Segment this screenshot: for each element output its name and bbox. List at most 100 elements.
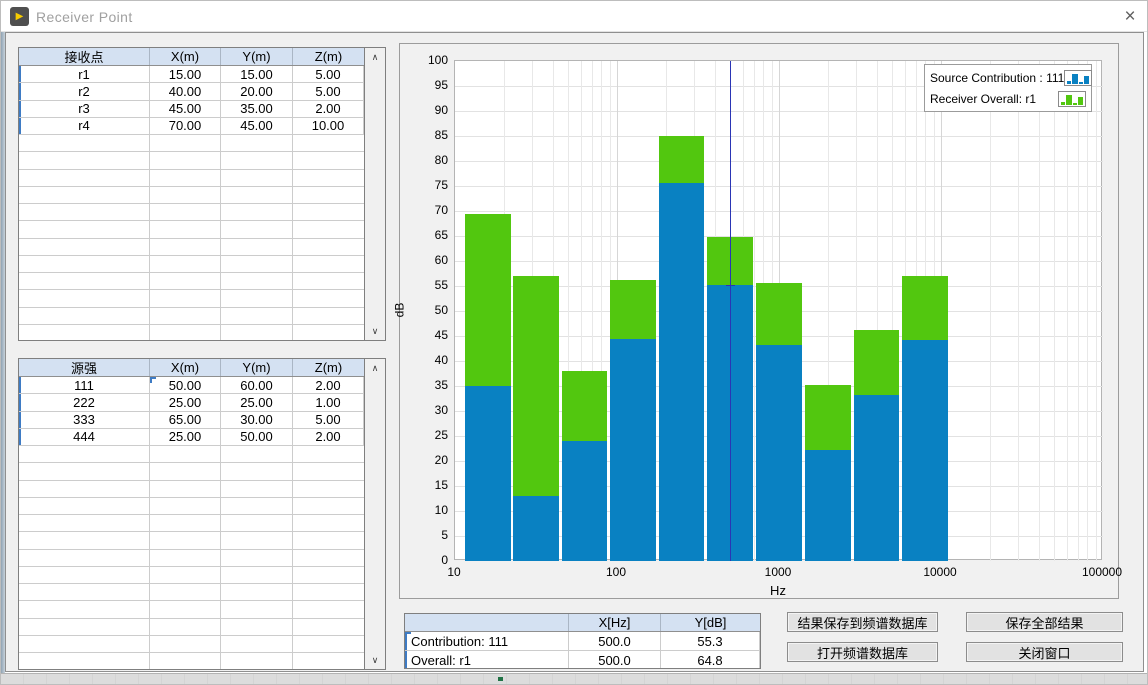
- table-cell[interactable]: [150, 187, 221, 203]
- table-cell[interactable]: [221, 290, 293, 306]
- spectrum-chart[interactable]: 0510152025303540455055606570758085909510…: [399, 43, 1119, 599]
- column-header[interactable]: X[Hz]: [569, 614, 661, 631]
- scroll-up-icon[interactable]: ∧: [365, 49, 385, 65]
- table-cell[interactable]: [19, 619, 150, 635]
- column-header[interactable]: 源强: [19, 359, 150, 376]
- table-row[interactable]: [19, 498, 364, 515]
- table-row[interactable]: [19, 204, 364, 221]
- table-cell[interactable]: [19, 532, 150, 548]
- table-row[interactable]: [19, 325, 364, 340]
- table-cell[interactable]: 55.3: [661, 632, 760, 650]
- table-row[interactable]: 11150.0060.002.00: [19, 377, 364, 394]
- table-cell[interactable]: [293, 256, 364, 272]
- open-spectrum-db-button[interactable]: 打开频谱数据库: [787, 642, 938, 662]
- table-cell[interactable]: 50.00: [221, 429, 293, 445]
- chart-cursor-marker[interactable]: [726, 285, 735, 286]
- table-cell[interactable]: [150, 619, 221, 635]
- table-cell[interactable]: [19, 463, 150, 479]
- table-cell[interactable]: [19, 204, 150, 220]
- table-cell[interactable]: 444: [19, 429, 150, 445]
- table-row[interactable]: [19, 170, 364, 187]
- table-cell[interactable]: [150, 481, 221, 497]
- table-cell[interactable]: [19, 239, 150, 255]
- table-cell[interactable]: [293, 498, 364, 514]
- table-cell[interactable]: 40.00: [150, 83, 221, 99]
- table-row[interactable]: Contribution: 111500.055.3: [405, 632, 760, 651]
- table-cell[interactable]: [221, 187, 293, 203]
- table-cell[interactable]: [19, 498, 150, 514]
- column-header[interactable]: Y[dB]: [661, 614, 760, 631]
- table-cell[interactable]: 111: [19, 377, 150, 393]
- table-cell[interactable]: [150, 636, 221, 652]
- table-cell[interactable]: [293, 152, 364, 168]
- column-header[interactable]: X(m): [150, 359, 221, 376]
- table-cell[interactable]: [150, 550, 221, 566]
- table-cell[interactable]: [293, 636, 364, 652]
- table-cell[interactable]: [293, 584, 364, 600]
- table-cell[interactable]: 25.00: [150, 394, 221, 410]
- table-cell[interactable]: r1: [19, 66, 150, 82]
- scroll-up-icon[interactable]: ∧: [365, 360, 385, 376]
- table-row[interactable]: [19, 221, 364, 238]
- table-cell[interactable]: 500.0: [569, 651, 661, 668]
- table-cell[interactable]: [150, 308, 221, 324]
- table-row[interactable]: [19, 135, 364, 152]
- table-cell[interactable]: 30.00: [221, 412, 293, 428]
- table-cell[interactable]: [19, 446, 150, 462]
- table-row[interactable]: [19, 187, 364, 204]
- table-cell[interactable]: [221, 325, 293, 340]
- table-row[interactable]: [19, 601, 364, 618]
- table-cell[interactable]: [19, 325, 150, 340]
- table-cell[interactable]: [293, 601, 364, 617]
- table-cell[interactable]: [150, 532, 221, 548]
- chart-legend[interactable]: Source Contribution : 111 Receiver Overa…: [924, 64, 1092, 112]
- table-cell[interactable]: r2: [19, 83, 150, 99]
- table-cell[interactable]: 500.0: [569, 632, 661, 650]
- table-cell[interactable]: 35.00: [221, 101, 293, 117]
- vertical-scrollbar[interactable]: ∧∨: [364, 359, 385, 669]
- table-cell[interactable]: [19, 135, 150, 151]
- table-row[interactable]: 44425.0050.002.00: [19, 429, 364, 446]
- table-cell[interactable]: 15.00: [150, 66, 221, 82]
- table-cell[interactable]: [150, 498, 221, 514]
- table-cell[interactable]: [19, 601, 150, 617]
- table-row[interactable]: [19, 256, 364, 273]
- table-cell[interactable]: [150, 239, 221, 255]
- table-row[interactable]: r470.0045.0010.00: [19, 118, 364, 135]
- table-cell[interactable]: r3: [19, 101, 150, 117]
- table-cell[interactable]: [150, 204, 221, 220]
- table-cell[interactable]: 2.00: [293, 101, 364, 117]
- table-cell[interactable]: [19, 636, 150, 652]
- column-header[interactable]: Z(m): [293, 359, 364, 376]
- table-row[interactable]: 22225.0025.001.00: [19, 394, 364, 411]
- table-cell[interactable]: 20.00: [221, 83, 293, 99]
- table-cell[interactable]: [293, 532, 364, 548]
- table-cell[interactable]: [150, 273, 221, 289]
- table-cell[interactable]: [19, 653, 150, 669]
- close-icon[interactable]: ×: [1117, 4, 1143, 30]
- table-row[interactable]: [19, 515, 364, 532]
- table-cell[interactable]: [150, 515, 221, 531]
- table-cell[interactable]: [150, 152, 221, 168]
- table-cell[interactable]: [221, 584, 293, 600]
- table-cell[interactable]: 15.00: [221, 66, 293, 82]
- table-cell[interactable]: [150, 446, 221, 462]
- table-cell[interactable]: [221, 550, 293, 566]
- legend-item-overall[interactable]: Receiver Overall: r1: [930, 88, 1086, 109]
- table-row[interactable]: Overall: r1500.064.8: [405, 651, 760, 668]
- legend-item-contribution[interactable]: Source Contribution : 111: [930, 67, 1086, 88]
- table-cell[interactable]: [293, 550, 364, 566]
- table-row[interactable]: r240.0020.005.00: [19, 83, 364, 100]
- table-cell[interactable]: 333: [19, 412, 150, 428]
- table-cell[interactable]: [221, 446, 293, 462]
- table-row[interactable]: r345.0035.002.00: [19, 101, 364, 118]
- scroll-down-icon[interactable]: ∨: [365, 323, 385, 339]
- chart-plot-area[interactable]: [454, 60, 1102, 560]
- table-cell[interactable]: Overall: r1: [405, 651, 569, 668]
- table-cell[interactable]: 45.00: [221, 118, 293, 134]
- close-window-button[interactable]: 关闭窗口: [966, 642, 1123, 662]
- table-row[interactable]: [19, 239, 364, 256]
- table-row[interactable]: 33365.0030.005.00: [19, 412, 364, 429]
- table-cell[interactable]: 65.00: [150, 412, 221, 428]
- receiver-point-table[interactable]: 接收点X(m)Y(m)Z(m)r115.0015.005.00r240.0020…: [18, 47, 386, 341]
